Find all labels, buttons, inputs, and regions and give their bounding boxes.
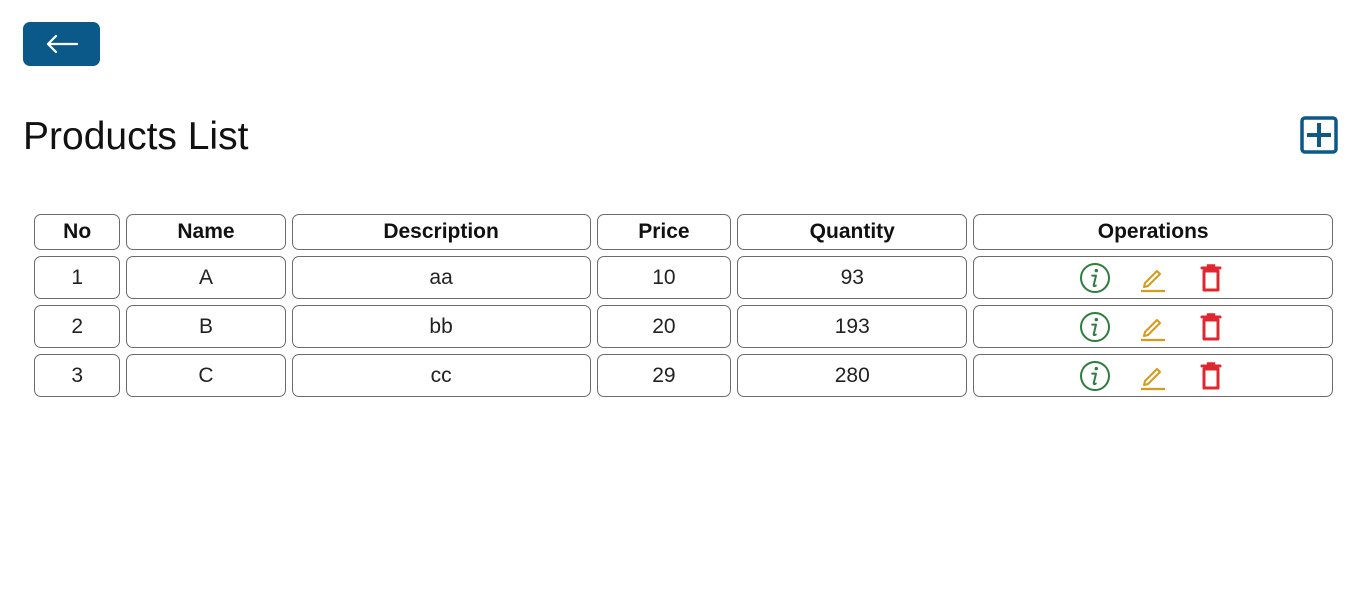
delete-button[interactable]: [1194, 311, 1228, 343]
back-button[interactable]: [23, 22, 100, 66]
products-table: No Name Description Price Quantity Opera…: [28, 208, 1339, 403]
trash-icon: [1200, 312, 1222, 340]
trash-icon: [1200, 361, 1222, 389]
column-header-no: No: [34, 214, 121, 250]
cell-price: 20: [596, 305, 732, 348]
column-header-name: Name: [126, 214, 286, 250]
cell-name: A: [126, 256, 286, 299]
info-button[interactable]: [1078, 311, 1112, 343]
edit-button[interactable]: [1136, 262, 1170, 294]
arrow-left-icon: [46, 34, 78, 54]
cell-quantity: 193: [737, 305, 968, 348]
pencil-icon: [1141, 269, 1166, 292]
pencil-icon: [1141, 367, 1166, 390]
trash-icon: [1200, 263, 1222, 291]
info-button[interactable]: [1078, 360, 1112, 392]
table-row: 2 B bb 20 193: [34, 305, 1333, 348]
column-header-quantity: Quantity: [737, 214, 968, 250]
cell-operations: [973, 305, 1333, 348]
delete-button[interactable]: [1194, 360, 1228, 392]
cell-operations: [973, 256, 1333, 299]
column-header-description: Description: [291, 214, 591, 250]
column-header-operations: Operations: [973, 214, 1333, 250]
cell-no: 1: [34, 256, 121, 299]
cell-price: 29: [596, 354, 732, 397]
pencil-icon: [1141, 318, 1166, 341]
cell-description: aa: [291, 256, 591, 299]
table-row: 3 C cc 29 280: [34, 354, 1333, 397]
cell-quantity: 280: [737, 354, 968, 397]
cell-operations: [973, 354, 1333, 397]
info-icon: [1080, 360, 1111, 391]
cell-description: cc: [291, 354, 591, 397]
info-button[interactable]: [1078, 262, 1112, 294]
cell-no: 3: [34, 354, 121, 397]
delete-button[interactable]: [1194, 262, 1228, 294]
cell-quantity: 93: [737, 256, 968, 299]
edit-button[interactable]: [1136, 311, 1170, 343]
cell-no: 2: [34, 305, 121, 348]
info-icon: [1080, 311, 1111, 342]
edit-button[interactable]: [1136, 360, 1170, 392]
cell-name: B: [126, 305, 286, 348]
info-icon: [1080, 262, 1111, 293]
page-title: Products List: [23, 115, 249, 158]
cell-description: bb: [291, 305, 591, 348]
plus-square-icon: [1300, 116, 1338, 154]
table-header-row: No Name Description Price Quantity Opera…: [34, 214, 1333, 250]
cell-name: C: [126, 354, 286, 397]
add-product-button[interactable]: [1299, 115, 1339, 155]
table-row: 1 A aa 10 93: [34, 256, 1333, 299]
cell-price: 10: [596, 256, 732, 299]
column-header-price: Price: [596, 214, 732, 250]
